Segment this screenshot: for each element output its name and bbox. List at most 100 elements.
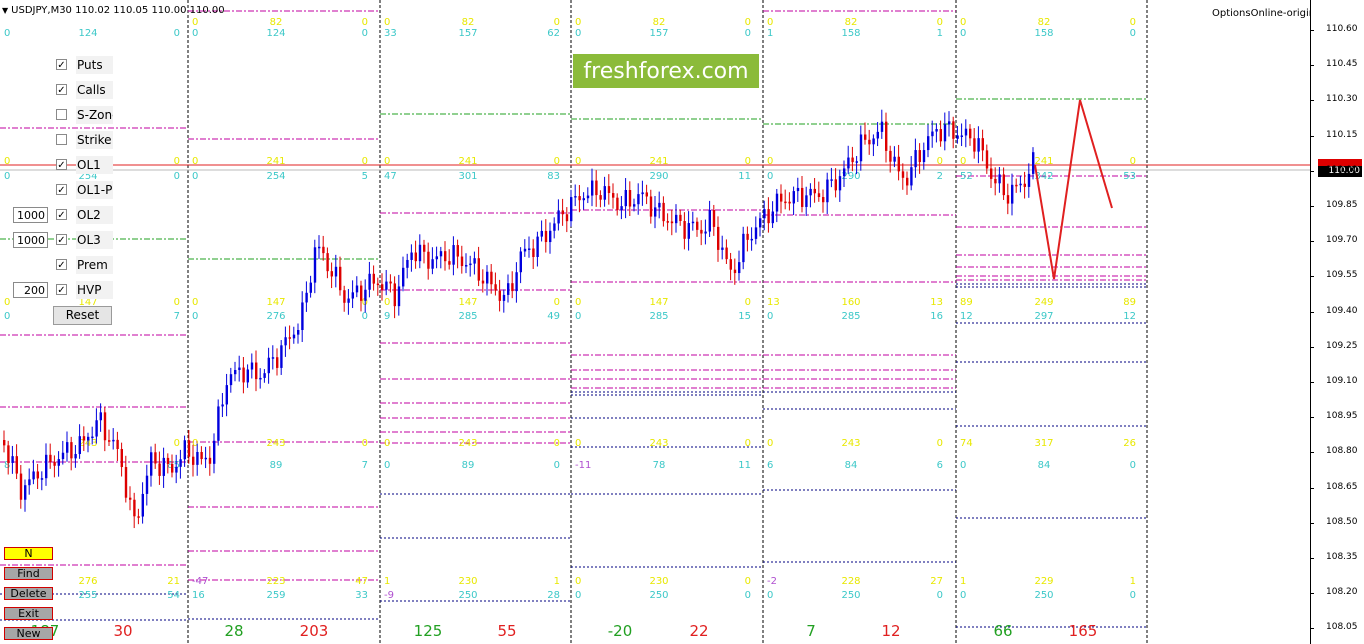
candle-body [171,463,174,473]
panel-number-middle: 82 [462,17,475,28]
value-input[interactable]: 1000 [13,232,48,248]
new-button[interactable]: New [4,627,53,640]
panel-number-right: 54 [167,590,180,601]
panel-number-left: 47 [384,171,397,182]
chevron-down-icon[interactable]: ▼ [2,6,8,15]
candle-body [540,230,543,237]
delete-button[interactable]: Delete [4,587,53,600]
candle-body [834,179,837,191]
checkbox-label: OL1 [76,156,113,174]
candle-body [670,221,674,224]
panel-number-left: 0 [384,460,390,471]
checkbox-label: Prem [76,256,113,274]
candle-body [801,187,804,207]
candle-body [742,233,745,263]
candle-body [750,238,753,241]
candle-body [901,171,905,178]
checkbox-ol2[interactable]: ✓ [56,209,67,221]
candle-body [133,499,136,517]
panel-number-right: 0 [745,17,751,28]
checkbox-puts[interactable]: ✓ [56,59,67,71]
daily-summary-number: 66 [993,622,1012,640]
candle-body [784,201,787,204]
panel-number-right: 0 [937,438,943,449]
panel-number-middle: 250 [841,590,860,601]
candle-body [666,221,669,223]
checkbox-prem[interactable]: ✓ [56,259,67,271]
candle-body [292,334,296,339]
daily-summary-number: 7 [806,622,816,640]
candle-body [754,227,758,239]
candle-body [250,362,254,370]
price-tick [1310,311,1314,313]
candle-body [339,266,342,291]
candle-body [57,459,60,466]
candle-body [528,248,531,250]
chart-title: ▼ USDJPY,M30 110.02 110.05 110.00 110.00 [2,5,225,16]
candle-body [704,231,707,234]
checkbox-strike[interactable] [56,134,67,145]
candle-body [696,221,699,230]
candle-body [309,282,312,293]
checkbox-ol1-p[interactable]: ✓ [56,184,67,196]
panel-number-right: 16 [930,311,943,322]
candle-body [918,150,921,163]
candle-body [914,150,917,168]
candle-body [855,161,858,163]
candle-body [813,188,816,194]
candle-body [162,457,165,476]
price-tick [1310,487,1314,489]
daily-summary-number: 125 [414,622,443,640]
candle-body [238,367,241,370]
checkbox-ol3[interactable]: ✓ [56,234,67,246]
price-tick-label: 109.25 [1326,340,1358,351]
panel-number-middle: 89 [270,460,283,471]
price-tick-label: 108.80 [1326,446,1358,457]
indicator-label-text: OptionsOnline-original [1212,8,1325,19]
panel-number-right: 7 [174,311,180,322]
candle-body [733,269,737,274]
candle-body [431,259,434,269]
candle-body [536,236,539,258]
panel-number-left: 1 [767,28,773,39]
panel-number-right: 28 [547,590,560,601]
candle-body [654,207,657,217]
checkbox-s-zone[interactable] [56,109,67,120]
panel-number-middle: 147 [266,297,285,308]
chart-area[interactable]: 0 124 0 0 82 0 0 124 0 0 82 0 33 157 62 0 82 0 0 157 0 0 82 0 1 1… [0,0,1310,644]
forecast-line [1034,99,1113,280]
price-tick [1310,452,1314,454]
candle-body [368,273,371,290]
price-tick [1310,522,1314,524]
checkbox-hvp[interactable]: ✓ [56,284,67,296]
panel-number-right: 49 [547,311,560,322]
value-input[interactable]: 200 [13,282,48,298]
panel-number-left: 1 [384,576,390,587]
price-tick [1310,593,1314,595]
candle-body [465,265,468,267]
candle-body [994,178,997,184]
panel-number-left: 12 [960,311,973,322]
find-button[interactable]: Find [4,567,53,580]
candle-body [376,283,380,286]
panel-number-right: 83 [547,171,560,182]
candle-body [204,457,207,460]
daily-summary-number: 22 [689,622,708,640]
candle-body [372,273,375,284]
exit-button[interactable]: Exit [4,607,53,620]
n-button[interactable]: N [4,547,53,560]
candle-body [179,459,182,467]
candle-body [586,195,590,199]
candle-body [158,463,161,476]
candle-body [775,193,779,212]
panel-number-left: 0 [4,156,10,167]
reset-button[interactable]: Reset [53,306,112,325]
value-input[interactable]: 1000 [13,207,48,223]
checkbox-calls[interactable]: ✓ [56,84,67,96]
checkbox-label: Puts [76,56,113,74]
candle-body [633,204,636,207]
checkbox-ol1[interactable]: ✓ [56,159,67,171]
candle-body [70,442,73,459]
candle-body [284,337,287,346]
panel-number-right: 0 [1130,590,1136,601]
